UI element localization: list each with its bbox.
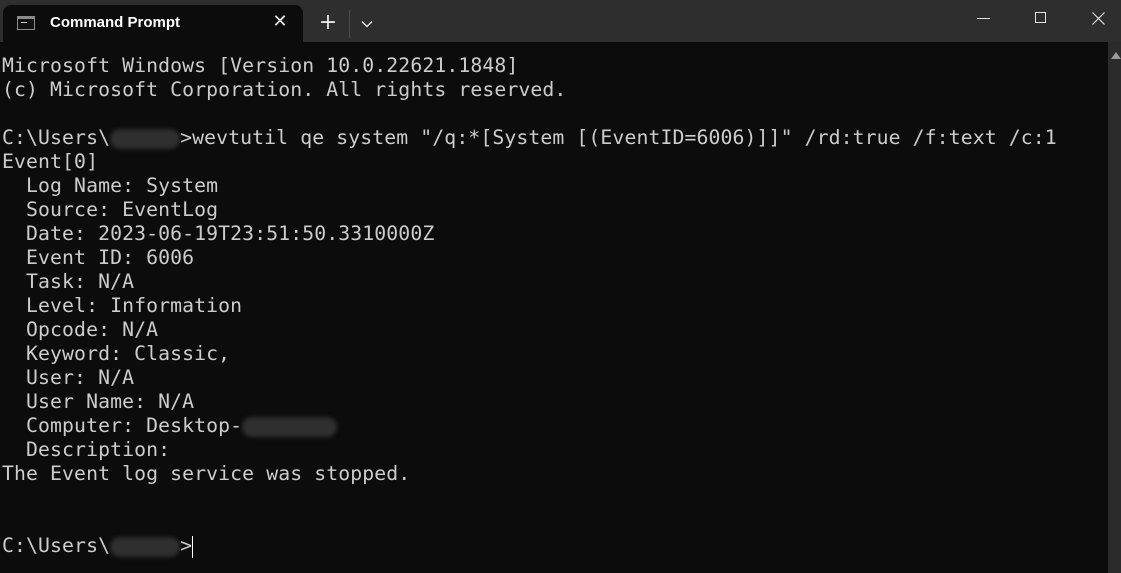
chevron-down-icon [361, 21, 373, 28]
terminal-line: Date: 2023-06-19T23:51:50.3310000Z [2, 222, 435, 245]
terminal-line: Keyword: Classic, [2, 342, 231, 365]
text-cursor [192, 535, 194, 558]
title-bar: Command Prompt ✕ + [0, 0, 1121, 42]
terminal-line: Event[0] [2, 150, 99, 173]
terminal-output[interactable]: Microsoft Windows [Version 10.0.22621.18… [0, 42, 1108, 573]
terminal-line: User: N/A [2, 366, 135, 389]
minimize-button[interactable] [960, 0, 1006, 38]
terminal-line: Task: N/A [2, 270, 135, 293]
terminal-line: Event ID: 6006 [2, 246, 195, 269]
redacted-username [110, 128, 181, 149]
terminal-line: Microsoft Windows [Version 10.0.22621.18… [2, 54, 519, 77]
terminal-line: The Event log service was stopped. [2, 462, 411, 485]
new-tab-button[interactable]: + [316, 12, 340, 36]
prompt-line[interactable]: C:\Users\ > [2, 534, 194, 558]
tab-close-button[interactable]: ✕ [270, 12, 290, 32]
terminal-line: Level: Information [2, 294, 243, 317]
command-line: C:\Users\ >wevtutil qe system "/q:*[Syste… [2, 126, 1057, 150]
tab-command-prompt[interactable]: Command Prompt ✕ [3, 5, 303, 42]
tab-title: Command Prompt [50, 14, 181, 31]
terminal-line: Opcode: N/A [2, 318, 159, 341]
terminal-line: Description: [2, 438, 171, 461]
computer-label: Computer: Desktop- [2, 414, 243, 437]
maximize-button[interactable] [1018, 0, 1064, 38]
terminal-icon [17, 16, 35, 30]
close-icon [1092, 12, 1105, 25]
tab-divider [349, 10, 350, 38]
redacted-computer-name [242, 416, 338, 437]
terminal-line: Source: EventLog [2, 198, 219, 221]
prompt-suffix: > [180, 126, 193, 149]
terminal-line: Log Name: System [2, 174, 219, 197]
scroll-up-arrow-icon[interactable] [1111, 52, 1121, 59]
tab-dropdown-button[interactable] [356, 12, 378, 36]
close-window-button[interactable] [1075, 0, 1121, 38]
terminal-line: User Name: N/A [2, 390, 195, 413]
prompt-suffix: > [180, 534, 193, 557]
computer-line: Computer: Desktop- [2, 414, 338, 438]
terminal-line: (c) Microsoft Corporation. All rights re… [2, 78, 567, 101]
vertical-scrollbar[interactable] [1108, 42, 1121, 573]
command-text: wevtutil qe system "/q:*[System [(EventI… [192, 126, 1057, 149]
prompt-prefix: C:\Users\ [2, 126, 111, 149]
prompt-prefix: C:\Users\ [2, 534, 111, 557]
redacted-username [110, 536, 181, 557]
